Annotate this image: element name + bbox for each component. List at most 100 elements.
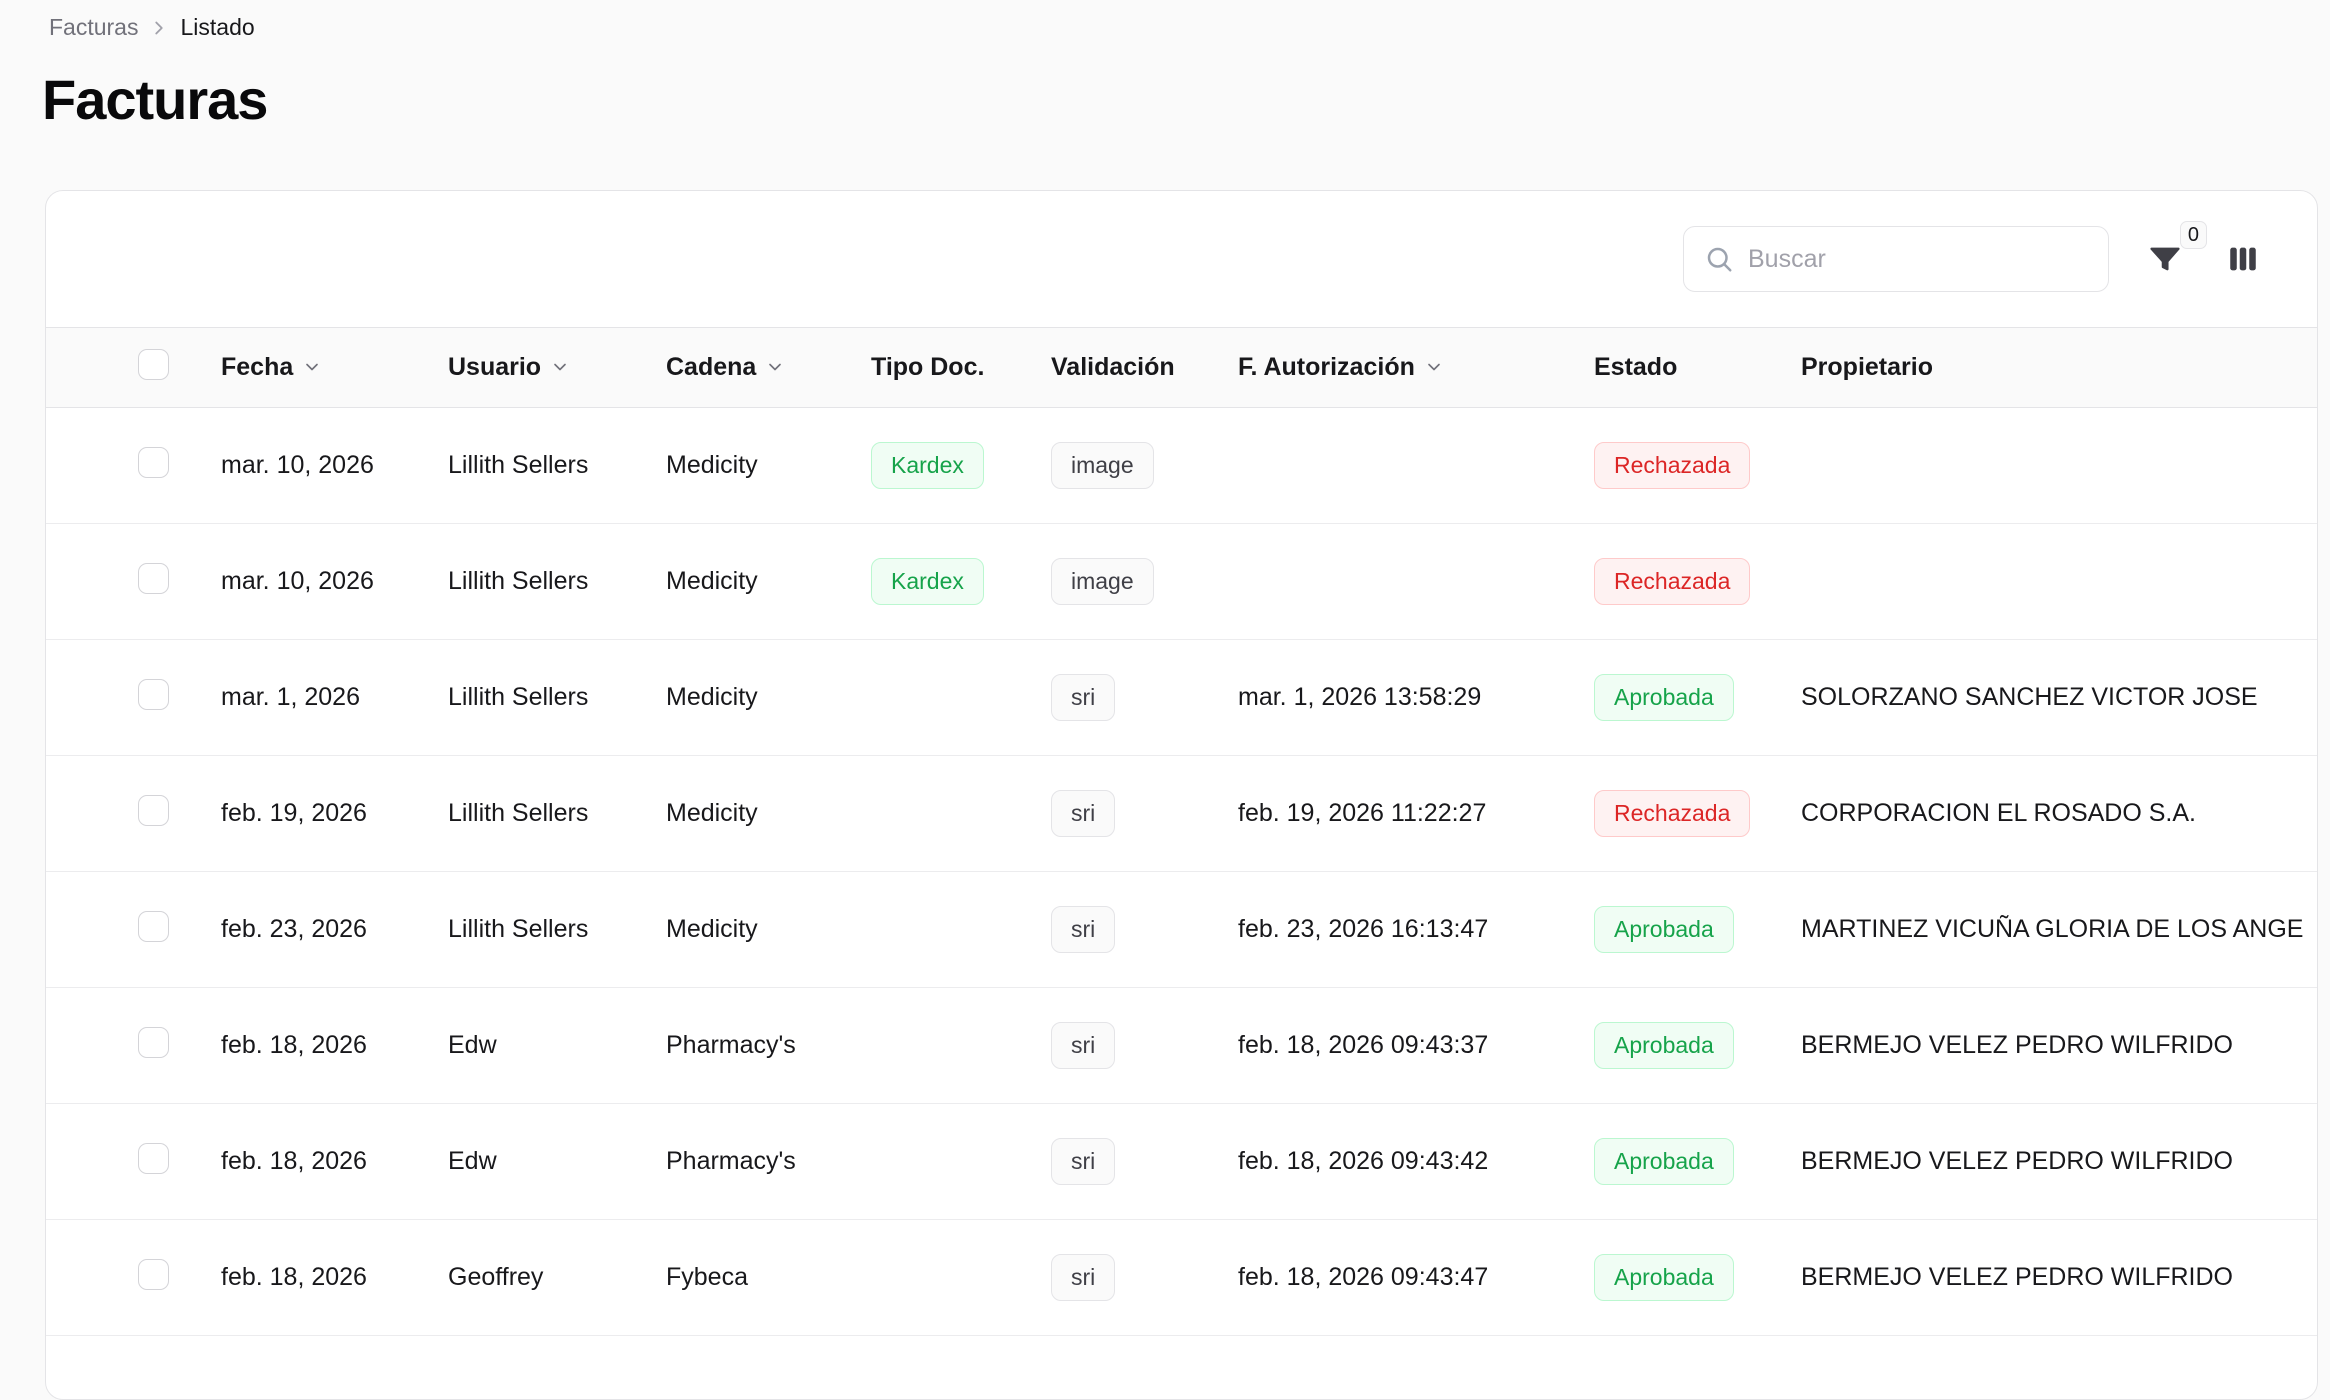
cell-cadena: Medicity (666, 799, 871, 828)
cell-fecha: feb. 18, 2026 (221, 1031, 448, 1060)
cell-estado: Aprobada (1594, 1254, 1801, 1302)
cell-usuario: Lillith Sellers (448, 683, 666, 712)
row-checkbox[interactable] (138, 1259, 169, 1290)
cell-fecha: feb. 18, 2026 (221, 1147, 448, 1176)
table-row[interactable]: feb. 18, 2026 Edw Pharmacy's sri feb. 18… (46, 988, 2317, 1104)
cell-propietario: SOLORZANO SANCHEZ VICTOR JOSE (1801, 683, 2317, 712)
cell-validacion: image (1051, 558, 1238, 606)
cell-fecha: mar. 1, 2026 (221, 683, 448, 712)
cell-cadena: Pharmacy's (666, 1031, 871, 1060)
cell-estado: Rechazada (1594, 558, 1801, 606)
table-row[interactable]: mar. 1, 2026 Lillith Sellers Medicity sr… (46, 640, 2317, 756)
column-header-cadena[interactable]: Cadena (666, 352, 871, 384)
table-row[interactable]: mar. 10, 2026 Lillith Sellers Medicity K… (46, 524, 2317, 640)
row-checkbox[interactable] (138, 679, 169, 710)
search-input[interactable] (1748, 227, 2088, 291)
filter-count-badge: 0 (2180, 221, 2207, 249)
doc-type-badge: Kardex (871, 442, 984, 490)
cell-validacion: image (1051, 442, 1238, 490)
cell-validacion: sri (1051, 790, 1238, 838)
cell-validacion: sri (1051, 1254, 1238, 1302)
table-row[interactable]: mar. 10, 2026 Lillith Sellers Medicity K… (46, 408, 2317, 524)
row-checkbox[interactable] (138, 795, 169, 826)
filter-button[interactable]: 0 (2143, 237, 2187, 281)
cell-usuario: Lillith Sellers (448, 567, 666, 596)
chevron-down-icon (302, 355, 322, 384)
cell-tipo-doc: Kardex (871, 442, 1051, 490)
validation-badge: sri (1051, 906, 1115, 954)
status-badge: Aprobada (1594, 1138, 1734, 1186)
funnel-icon (2148, 242, 2182, 276)
cell-tipo-doc: Kardex (871, 558, 1051, 606)
validation-badge: image (1051, 558, 1154, 606)
cell-validacion: sri (1051, 906, 1238, 954)
cell-propietario: BERMEJO VELEZ PEDRO WILFRIDO (1801, 1031, 2317, 1060)
cell-fecha: feb. 19, 2026 (221, 799, 448, 828)
doc-type-badge: Kardex (871, 558, 984, 606)
table-row[interactable]: feb. 19, 2026 Lillith Sellers Medicity s… (46, 756, 2317, 872)
column-label: Validación (1051, 353, 1175, 382)
cell-usuario: Lillith Sellers (448, 451, 666, 480)
breadcrumb-item-facturas[interactable]: Facturas (49, 14, 138, 41)
status-badge: Aprobada (1594, 674, 1734, 722)
breadcrumb: Facturas Listado (0, 0, 2330, 41)
search-icon (1704, 244, 1734, 274)
cell-usuario: Geoffrey (448, 1263, 666, 1292)
table-row[interactable]: feb. 23, 2026 Lillith Sellers Medicity s… (46, 872, 2317, 988)
column-label: Propietario (1801, 353, 1933, 382)
row-checkbox[interactable] (138, 1027, 169, 1058)
cell-fecha: feb. 23, 2026 (221, 915, 448, 944)
row-checkbox[interactable] (138, 447, 169, 478)
cell-estado: Rechazada (1594, 442, 1801, 490)
cell-usuario: Lillith Sellers (448, 915, 666, 944)
cell-validacion: sri (1051, 1138, 1238, 1186)
cell-validacion: sri (1051, 674, 1238, 722)
validation-badge: sri (1051, 1022, 1115, 1070)
column-header-usuario[interactable]: Usuario (448, 352, 666, 384)
cell-f-autorizacion: feb. 18, 2026 09:43:37 (1238, 1031, 1594, 1060)
cell-cadena: Medicity (666, 567, 871, 596)
column-label: Tipo Doc. (871, 353, 984, 382)
status-badge: Aprobada (1594, 906, 1734, 954)
cell-cadena: Medicity (666, 915, 871, 944)
cell-cadena: Fybeca (666, 1263, 871, 1292)
table-row[interactable]: feb. 18, 2026 Edw Pharmacy's sri feb. 18… (46, 1104, 2317, 1220)
column-header-f-autorizacion[interactable]: F. Autorización (1238, 352, 1594, 384)
search-box (1683, 226, 2109, 292)
column-label: Estado (1594, 353, 1677, 382)
validation-badge: sri (1051, 674, 1115, 722)
select-all-checkbox[interactable] (138, 349, 169, 380)
cell-estado: Aprobada (1594, 906, 1801, 954)
cell-f-autorizacion: mar. 1, 2026 13:58:29 (1238, 683, 1594, 712)
cell-cadena: Medicity (666, 683, 871, 712)
table-toolbar: 0 (46, 191, 2317, 327)
cell-estado: Rechazada (1594, 790, 1801, 838)
cell-cadena: Medicity (666, 451, 871, 480)
status-badge: Rechazada (1594, 790, 1750, 838)
columns-button[interactable] (2221, 237, 2265, 281)
breadcrumb-item-listado[interactable]: Listado (180, 14, 254, 41)
chevron-down-icon (550, 355, 570, 384)
row-checkbox[interactable] (138, 911, 169, 942)
status-badge: Rechazada (1594, 558, 1750, 606)
column-label: Fecha (221, 353, 293, 382)
cell-f-autorizacion: feb. 18, 2026 09:43:47 (1238, 1263, 1594, 1292)
cell-usuario: Edw (448, 1031, 666, 1060)
columns-icon (2226, 242, 2260, 276)
status-badge: Aprobada (1594, 1254, 1734, 1302)
row-checkbox[interactable] (138, 563, 169, 594)
column-header-estado: Estado (1594, 353, 1801, 382)
cell-propietario: BERMEJO VELEZ PEDRO WILFRIDO (1801, 1263, 2317, 1292)
cell-propietario: CORPORACION EL ROSADO S.A. (1801, 799, 2317, 828)
column-header-validacion: Validación (1051, 353, 1238, 382)
row-checkbox[interactable] (138, 1143, 169, 1174)
cell-fecha: mar. 10, 2026 (221, 567, 448, 596)
column-header-propietario: Propietario (1801, 353, 2317, 382)
cell-fecha: feb. 18, 2026 (221, 1263, 448, 1292)
table-header: Fecha Usuario Cadena Tipo Doc. Validació… (46, 327, 2317, 408)
column-header-tipo-doc: Tipo Doc. (871, 353, 1051, 382)
validation-badge: sri (1051, 1138, 1115, 1186)
column-header-fecha[interactable]: Fecha (221, 352, 448, 384)
cell-f-autorizacion: feb. 18, 2026 09:43:42 (1238, 1147, 1594, 1176)
table-row[interactable]: feb. 18, 2026 Geoffrey Fybeca sri feb. 1… (46, 1220, 2317, 1336)
